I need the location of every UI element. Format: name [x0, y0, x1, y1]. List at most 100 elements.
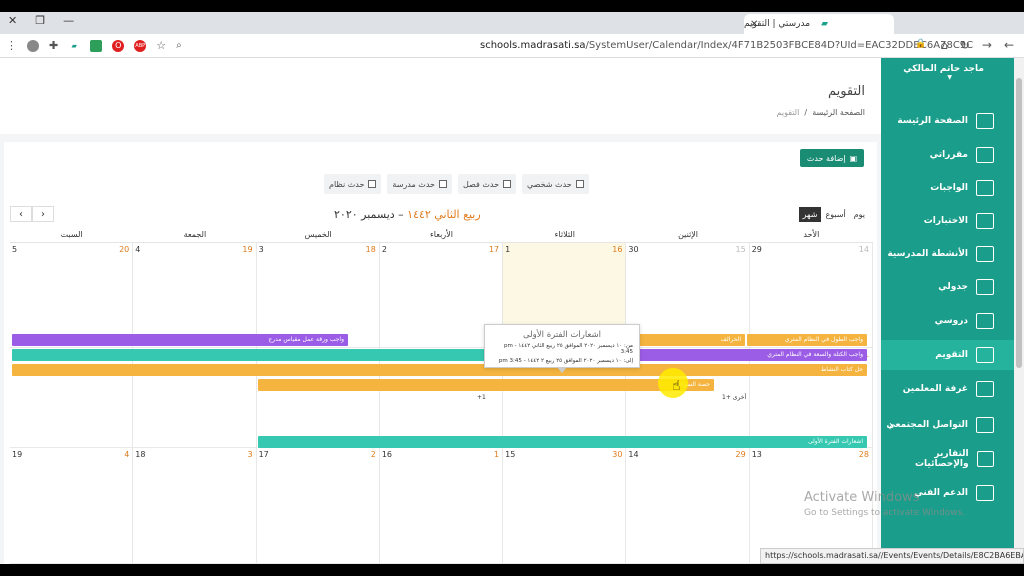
popover-title: اشعارات الفترة الأولى: [523, 330, 601, 340]
calendar-title: ربيع الثاني ١٤٤٢ – ديسمبر ٢٠٢٠: [334, 208, 481, 221]
madrasati-extension-icon[interactable]: ▰: [68, 39, 81, 52]
calendar-day-cell[interactable]: 16 1: [379, 448, 504, 564]
profile-avatar-icon[interactable]: [27, 39, 39, 52]
event-bar[interactable]: واجب الطول في النظام المتري: [747, 334, 867, 346]
sidebar-item-lessons[interactable]: دروسي: [881, 306, 1014, 336]
back-icon[interactable]: ←: [1004, 38, 1014, 52]
event-bar[interactable]: حصة السواك: [258, 379, 714, 391]
adblock-extension-icon[interactable]: ABP: [134, 39, 147, 52]
restore-window-icon[interactable]: ❐: [35, 14, 45, 27]
shield-extension-icon[interactable]: [90, 39, 103, 52]
close-tab-icon[interactable]: ✕: [750, 19, 758, 30]
gregorian-day-number: 15: [505, 450, 516, 459]
activities-icon: [976, 246, 994, 262]
calendar-icon: [976, 347, 994, 363]
calendar-day-cell[interactable]: 4 19: [133, 243, 257, 348]
view-day-button[interactable]: يوم: [850, 207, 869, 222]
sidebar-item-label: الصفحة الرئيسة: [897, 116, 968, 126]
view-switcher: شهر أسبوع يوم: [798, 207, 869, 222]
sidebar-item-reports[interactable]: التقارير والإحصائيات: [881, 444, 1014, 474]
view-month-button[interactable]: شهر: [798, 207, 822, 222]
lock-icon[interactable]: 🔒: [915, 39, 926, 49]
minimize-window-icon[interactable]: —: [63, 14, 74, 27]
close-window-icon[interactable]: ✕: [8, 14, 17, 27]
calendar-day-cell[interactable]: 1227: [10, 348, 134, 448]
calendar-day-cell[interactable]: 1025: [256, 348, 380, 448]
home-browser-icon[interactable]: ⌂: [940, 38, 948, 52]
sidebar-item-calendar[interactable]: التقويم: [881, 340, 1014, 370]
breadcrumb: الصفحة الرئيسة / التقويم: [776, 108, 865, 117]
gregorian-day-number: 17: [258, 450, 269, 459]
sidebar-item-exams[interactable]: الاختبارات: [881, 206, 1014, 236]
opera-extension-icon[interactable]: O: [112, 39, 125, 52]
calendar-day-cell[interactable]: 1126: [133, 348, 257, 448]
day-of-week-header: السبت: [10, 227, 134, 243]
gregorian-day-number: 13: [751, 450, 762, 459]
page-scrollbar[interactable]: [1014, 58, 1024, 564]
url-text[interactable]: schools.madrasati.sa/SystemUser/Calendar…: [480, 40, 973, 51]
calendar-day-cell[interactable]: 621: [749, 348, 873, 448]
filter-checkbox[interactable]: [503, 180, 512, 188]
scrollbar-thumb[interactable]: [1016, 78, 1022, 368]
more-events-link[interactable]: +1: [477, 394, 486, 401]
sidebar-item-schedule[interactable]: جدولي: [881, 272, 1014, 302]
event-bar[interactable]: حل كتاب النشاط: [12, 364, 867, 376]
calendar-day-cell[interactable]: 29 14: [749, 243, 873, 348]
user-caret-icon[interactable]: ▼: [947, 74, 952, 81]
hijri-day-number: 18: [365, 245, 376, 254]
user-name[interactable]: ماجد حاتم المالكي: [903, 64, 984, 74]
sidebar-item-label: دروسي: [934, 316, 968, 326]
sidebar: ماجد حاتم المالكي ▼ الصفحة الرئيسة مقررا…: [881, 58, 1014, 564]
filter-school-event[interactable]: حدث مدرسة: [387, 174, 452, 194]
sidebar-item-homework[interactable]: الواجبات: [881, 173, 1014, 203]
view-week-button[interactable]: أسبوع: [821, 207, 849, 222]
filter-system-event[interactable]: حدث نظام: [324, 174, 382, 194]
day-of-week-header: الأحد: [749, 227, 873, 243]
sidebar-item-home[interactable]: الصفحة الرئيسة: [881, 106, 1014, 136]
filter-personal-event[interactable]: حدث شخصي: [522, 174, 589, 194]
support-icon: [976, 485, 994, 501]
bookmark-star-icon[interactable]: ☆: [156, 39, 166, 52]
browser-tab[interactable]: ▰ مدرستي | التقويم ✕: [744, 14, 894, 34]
add-event-button[interactable]: ▣ إضافة حدث: [800, 149, 864, 167]
next-month-icon[interactable]: ›: [32, 206, 54, 222]
event-bar[interactable]: واجب الكتلة والسعة في النظام المتري: [625, 349, 867, 361]
filter-checkbox[interactable]: [575, 180, 584, 188]
filter-class-event[interactable]: حدث فصل: [457, 174, 517, 194]
hijri-day-number: 3: [247, 450, 253, 459]
calendar-day-cell[interactable]: 3 18: [256, 243, 380, 348]
calendar-day-cell[interactable]: 17 2: [256, 448, 380, 564]
calendar-day-cell[interactable]: 5 20: [10, 243, 134, 348]
filter-checkbox[interactable]: [368, 180, 377, 188]
event-bar[interactable]: اشعارات الفترة الأولى: [258, 436, 867, 448]
calendar-day-cell[interactable]: 18 3: [133, 448, 257, 564]
sidebar-item-courses[interactable]: مقرراتي: [881, 140, 1014, 170]
sidebar-item-teachers-room[interactable]: غرفة المعلمين: [881, 374, 1014, 404]
sidebar-item-activities[interactable]: الأنشطة المدرسية: [881, 239, 1014, 269]
gregorian-day-number: 4: [135, 245, 141, 254]
event-bar[interactable]: واجب ورقة عمل مقياس مدرج: [12, 334, 348, 346]
calendar-day-cell[interactable]: 19 4: [10, 448, 134, 564]
windows-activation-watermark: Activate Windows Go to Settings to activ…: [804, 490, 965, 518]
reports-icon: [976, 451, 994, 467]
day-of-week-header: الأربعاء: [379, 227, 504, 243]
sidebar-item-community[interactable]: التواصل المجتمعي ‹: [881, 410, 1014, 440]
more-events-link[interactable]: أخرى +1: [722, 394, 746, 401]
calendar-day-cell[interactable]: 15 30: [503, 448, 627, 564]
calendar-nav: ‹ ›: [10, 206, 54, 222]
books-icon: [976, 147, 994, 163]
reload-icon[interactable]: ↻: [960, 38, 970, 52]
pointer-cursor-icon: ☝: [672, 378, 681, 394]
gregorian-day-number: 29: [751, 245, 762, 254]
page-title: التقويم: [827, 84, 865, 99]
filter-checkbox[interactable]: [438, 180, 447, 188]
breadcrumb-home[interactable]: الصفحة الرئيسة: [812, 108, 865, 117]
menu-dots-icon[interactable]: ⋮: [6, 39, 17, 52]
forward-icon[interactable]: →: [982, 38, 992, 52]
page: التقويم الصفحة الرئيسة / التقويم ماجد حا…: [0, 58, 1014, 564]
puzzle-extension-icon[interactable]: ✚: [49, 39, 58, 52]
search-icon[interactable]: ⌕: [176, 40, 182, 51]
calendar-day-cell[interactable]: 14 29: [626, 448, 750, 564]
prev-month-icon[interactable]: ‹: [10, 206, 32, 222]
calendar-day-cell[interactable]: 30 15: [626, 243, 750, 348]
